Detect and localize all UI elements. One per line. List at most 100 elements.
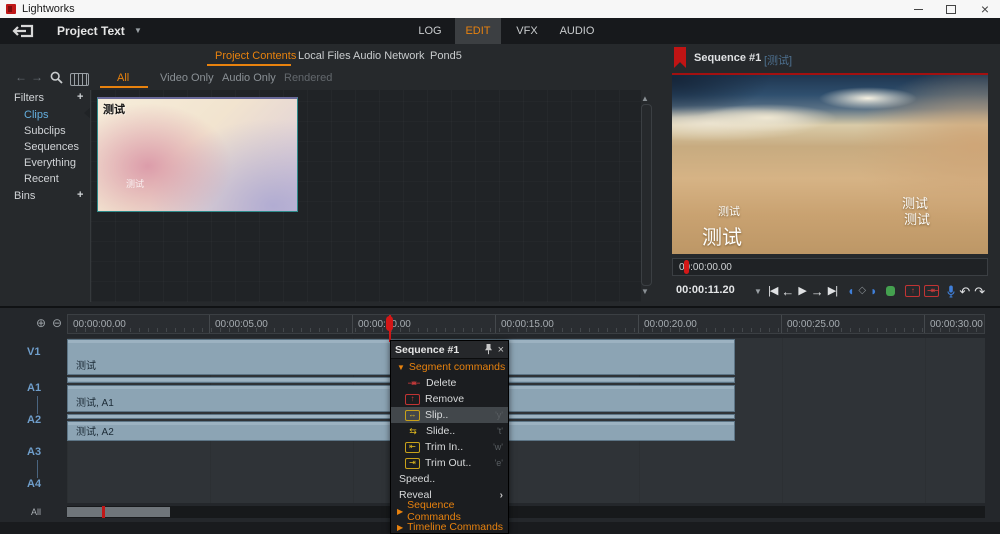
step-back-button[interactable]: ← — [781, 285, 794, 298]
menu-item-speed[interactable]: Speed.. — [391, 471, 508, 487]
menu-item-shortcut: 'y' — [495, 410, 503, 420]
redo-icon[interactable]: ↷ — [974, 285, 985, 298]
menu-item-slip[interactable]: ↔ Slip.. 'y' — [391, 407, 508, 423]
menu-section-segment-commands[interactable]: ▼ Segment commands — [391, 359, 508, 375]
tile-view-icon[interactable] — [70, 73, 89, 86]
play-button[interactable]: ▶ — [798, 285, 806, 297]
remove-icon: ↑ — [405, 393, 420, 405]
viewer-playhead[interactable] — [684, 260, 689, 274]
filter-recent[interactable]: Recent — [24, 173, 59, 185]
viewer-timecode[interactable]: 00:00:11.20 — [676, 284, 735, 296]
tab-audio[interactable]: AUDIO — [551, 18, 603, 44]
tab-local-files[interactable]: Local Files — [298, 50, 351, 62]
filter-everything[interactable]: Everything — [24, 157, 76, 169]
tab-pond5[interactable]: Pond5 — [430, 50, 462, 62]
track-header-a3[interactable]: A3 — [27, 446, 41, 458]
menu-item-trim-in[interactable]: ⇤ Trim In.. 'w' — [391, 439, 508, 455]
menu-section-sequence-commands[interactable]: ▶ Sequence Commands — [391, 499, 508, 523]
jump-end-button[interactable]: ▶| — [828, 285, 838, 297]
lightworks-logo-icon — [6, 4, 16, 14]
zoom-in-icon[interactable]: ⊕ — [36, 316, 46, 330]
all-tracks-label[interactable]: All — [31, 507, 41, 517]
timeline-hscrollbar[interactable] — [67, 506, 985, 518]
section-expanded-icon: ▼ — [397, 362, 405, 372]
history-back-icon[interactable]: ← — [15, 70, 27, 84]
context-menu-titlebar[interactable]: Sequence #1 × — [391, 341, 508, 359]
trim-out-icon: ⇥ — [405, 457, 420, 469]
menu-item-label: Delete — [426, 377, 457, 389]
zoom-out-icon[interactable]: ⊖ — [52, 316, 62, 330]
menu-item-trim-out[interactable]: ⇥ Trim Out.. 'e' — [391, 455, 508, 471]
video-preview[interactable]: 测试 测试 测试 测试 — [672, 73, 988, 254]
close-button[interactable]: × — [970, 0, 1000, 18]
microphone-icon[interactable] — [947, 285, 955, 298]
clip-thumbnail[interactable]: 测试 测试 — [97, 97, 298, 212]
ruler-separator — [209, 315, 210, 333]
hscrollbar-thumb[interactable] — [67, 507, 170, 517]
clip-watermark: 测试 — [126, 179, 145, 189]
mark-out-icon[interactable]: ◗ — [870, 284, 877, 298]
menu-item-remove[interactable]: ↑ Remove — [391, 391, 508, 407]
search-icon[interactable] — [50, 71, 63, 84]
tab-project-contents-underline — [207, 64, 291, 66]
track-header-a4[interactable]: A4 — [27, 478, 41, 490]
undo-icon[interactable]: ↶ — [959, 285, 970, 298]
menu-item-label: Slip.. — [425, 409, 449, 421]
section-collapsed-icon: ▶ — [397, 506, 404, 516]
section-label: Segment commands — [408, 361, 506, 373]
contents-scrollbar[interactable]: ▲ ▼ — [638, 94, 653, 296]
clip-a2-label: 测试, A2 — [76, 427, 114, 438]
timeline-ruler[interactable]: 00:00:00.00 00:00:05.00 00:00:10.00 00:0… — [67, 314, 985, 334]
replace-edit-icon[interactable]: ↑ — [905, 285, 921, 297]
viewer-scrub-bar[interactable]: 00:00:00.00 — [672, 258, 988, 276]
tab-log[interactable]: LOG — [408, 18, 452, 44]
exit-project-icon[interactable] — [12, 24, 34, 38]
filter-clips[interactable]: Clips — [24, 109, 48, 121]
menu-close-icon[interactable]: × — [498, 344, 504, 356]
transport-controls: |◀ ← ▶ → ▶| ◖ ◇ ◗ ↑ ⇥⇤ ↶ ↷ — [768, 281, 994, 301]
track-header-v1[interactable]: V1 — [27, 346, 40, 358]
add-bin-button[interactable]: + — [77, 189, 83, 201]
add-filter-button[interactable]: + — [77, 91, 83, 103]
timeline-playhead-handle[interactable] — [386, 316, 393, 331]
filter-subclips[interactable]: Subclips — [24, 125, 66, 137]
subtab-rendered[interactable]: Rendered — [284, 72, 332, 84]
scroll-down-icon[interactable]: ▼ — [641, 287, 649, 296]
menu-section-timeline-commands[interactable]: ▶ Timeline Commands — [391, 519, 508, 534]
section-label: Timeline Commands — [407, 521, 504, 533]
scrollbar-track[interactable] — [641, 104, 652, 286]
insert-edit-icon[interactable]: ⇥⇤ — [924, 285, 940, 297]
filters-header: Filters — [14, 92, 44, 104]
mark-point-icon[interactable]: ◇ — [858, 286, 866, 296]
subtab-all[interactable]: All — [117, 72, 129, 84]
project-dropdown-icon[interactable]: ▼ — [134, 26, 142, 35]
project-name[interactable]: Project Text — [57, 24, 125, 38]
menu-item-delete[interactable]: ⇥⇤ Delete — [391, 375, 508, 391]
jump-start-button[interactable]: |◀ — [768, 285, 778, 297]
subtab-video-only[interactable]: Video Only — [160, 72, 214, 84]
tab-project-contents[interactable]: Project Contents — [215, 50, 296, 62]
track-header-a2[interactable]: A2 — [27, 414, 41, 426]
ruler-separator — [495, 315, 496, 333]
filter-sequences[interactable]: Sequences — [24, 141, 79, 153]
overlay-text-right2: 测试 — [904, 212, 931, 227]
record-indicator-icon[interactable] — [886, 286, 896, 296]
window-title: Lightworks — [22, 3, 75, 15]
subtab-audio-only[interactable]: Audio Only — [222, 72, 276, 84]
tab-edit[interactable]: EDIT — [455, 18, 501, 44]
mark-in-icon[interactable]: ◖ — [847, 284, 854, 298]
step-forward-button[interactable]: → — [811, 285, 824, 298]
track-group-link — [37, 460, 38, 478]
scroll-up-icon[interactable]: ▲ — [641, 94, 649, 103]
context-menu-title: Sequence #1 — [395, 343, 460, 356]
tab-audio-network[interactable]: Audio Network — [353, 50, 425, 62]
ruler-label: 00:00:30.00 — [930, 319, 983, 330]
history-forward-icon[interactable]: → — [31, 70, 43, 84]
minimize-button[interactable] — [903, 0, 933, 18]
menu-item-slide[interactable]: ⇆ Slide.. 't' — [391, 423, 508, 439]
pin-icon[interactable] — [484, 344, 493, 355]
track-header-a1[interactable]: A1 — [27, 382, 41, 394]
restore-button[interactable] — [936, 0, 966, 18]
timecode-dropdown-icon[interactable]: ▼ — [754, 287, 762, 296]
tab-vfx[interactable]: VFX — [505, 18, 549, 44]
